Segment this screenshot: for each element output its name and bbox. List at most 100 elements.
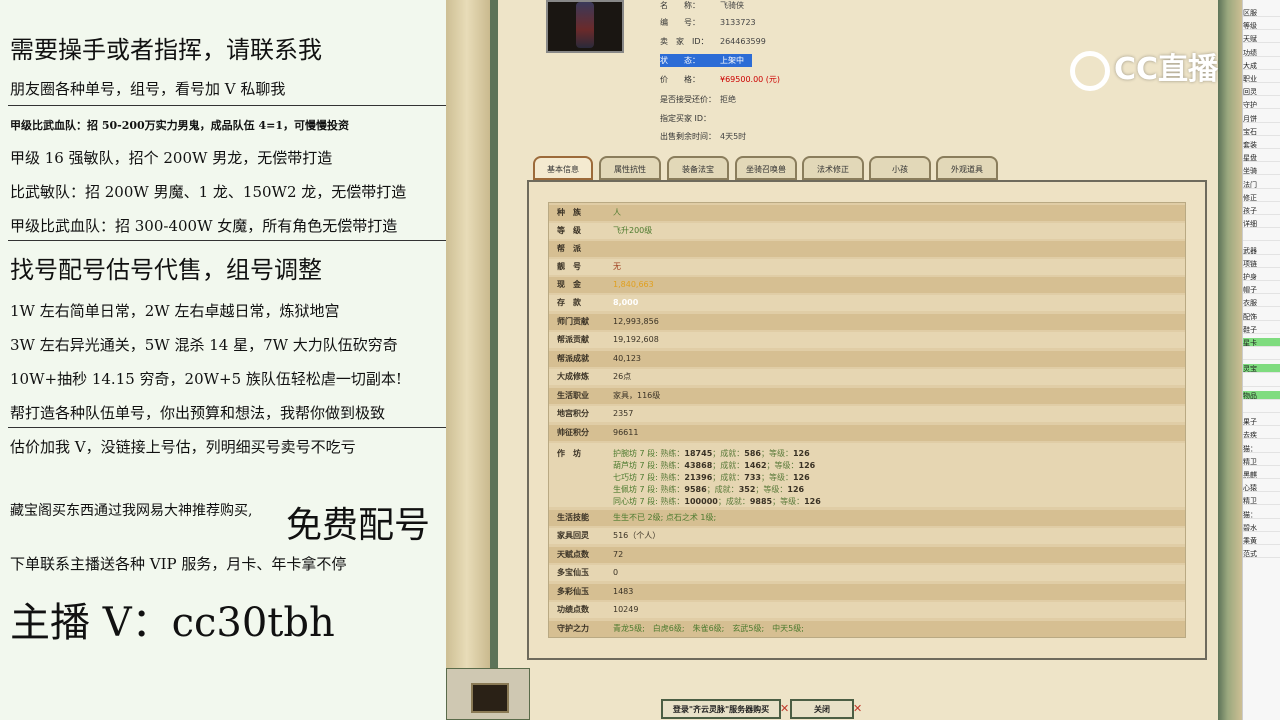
info-counter-offer: 是否接受还价： 拒绝 — [660, 95, 736, 104]
close-button[interactable]: 关闭 — [790, 699, 854, 719]
close-icon[interactable]: ✕ — [780, 702, 789, 715]
table-row: 功绩点数 10249 — [549, 602, 1185, 618]
info-status: 状 态： 上架中 — [660, 54, 752, 67]
table-row: 帮派贡献 19,192,608 — [549, 332, 1185, 348]
table-row: 大成修炼 26点 — [549, 369, 1185, 385]
table-row: 靓 号无 — [549, 259, 1185, 275]
window-frame-right — [1218, 0, 1242, 720]
table-row: 生活技能 生生不已 2级; 点石之术 1级; — [549, 510, 1185, 526]
tab-spell-mods[interactable]: 法术修正 — [802, 156, 864, 180]
side-list-item: 天赋 — [1243, 34, 1280, 44]
table-row: 帮 派 — [549, 241, 1185, 257]
tab-child[interactable]: 小孩 — [869, 156, 931, 180]
overlay-text: 3W 左右异光通关，5W 混杀 14 星，7W 大力队伍砍穷奇 — [10, 336, 398, 354]
table-row: 师门贡献 12,993,856 — [549, 314, 1185, 330]
side-list-item: 坐骑 — [1243, 166, 1280, 176]
side-list-item: 星卡 — [1243, 338, 1280, 347]
overlay-highlight: 免费配号 — [286, 505, 431, 546]
right-side-list: 区服 等级 天赋 功绩 大成 职业 回灵 守护 月饼 宝石 套装 星盘 坐骑 法门 修正 孩子 详细 武器 项链 护身… — [1242, 0, 1280, 720]
side-list-item: 物品 — [1243, 390, 1280, 400]
side-list-item: 果子 — [1243, 417, 1280, 427]
overlay-text: 下单联系主播送各种 VIP 服务，月卡、年卡拿不停 — [10, 555, 347, 573]
overlay-text: 1W 左右简单日常，2W 左右卓越日常，炼狱地宫 — [10, 302, 340, 320]
tab-basic-info[interactable]: 基本信息 — [533, 156, 593, 180]
side-list-item: 去疾 — [1243, 430, 1280, 440]
side-list-item: 黑麒 — [1243, 470, 1280, 479]
divider — [8, 105, 446, 106]
side-list-item: 法门 — [1243, 180, 1280, 189]
streamer-overlay-panel: 需要操手或者指挥，请联系我 朋友圈各种单号，组号，看号加 V 私聊我 甲级比武血… — [0, 0, 446, 720]
side-list-item: 星盘 — [1243, 153, 1280, 163]
side-list-item: 区服 — [1243, 8, 1280, 17]
info-time-left: 出售剩余时间： 4天5时 — [660, 132, 747, 141]
info-designated-buyer: 指定买家 ID： — [660, 114, 712, 123]
window-frame-left — [446, 0, 498, 720]
table-row: 家具回灵 516（个人） — [549, 528, 1185, 544]
table-row: 地宫积分 2357 — [549, 406, 1185, 422]
divider — [8, 427, 446, 428]
workshop-line: 七巧坊 7 段: 熟练：21396；成就：733；等级：126 — [613, 473, 810, 482]
side-list-item: 套装 — [1243, 140, 1280, 149]
side-list-item — [1243, 404, 1280, 413]
overlay-text: 帮打造各种队伍单号，你出预算和想法，我帮你做到极致 — [10, 404, 386, 422]
tab-appearance[interactable]: 外观道具 — [936, 156, 998, 180]
table-row: 现 金 1,840,663 — [549, 277, 1185, 293]
side-list-item: 回灵 — [1243, 87, 1280, 97]
side-list-item: 功绩 — [1243, 48, 1280, 57]
side-list-item: 武器 — [1243, 246, 1280, 255]
tab-equipment[interactable]: 装备法宝 — [667, 156, 729, 180]
side-list-item: 猫： — [1243, 510, 1280, 519]
side-list-item: 月饼 — [1243, 114, 1280, 123]
overlay-headline: 需要操手或者指挥，请联系我 — [10, 36, 322, 64]
side-list-item: 宝石 — [1243, 127, 1280, 136]
overlay-text: 10W+抽秒 14.15 穷奇，20W+5 族队伍轻松虐一切副本! — [10, 370, 402, 388]
workshop-line: 生佩坊 7 段: 熟练：9586；成就：352；等级：126 — [613, 485, 805, 494]
login-server-buy-button[interactable]: 登录"齐云灵脉"服务器购买 — [661, 699, 781, 719]
workshop-line: 同心坊 7 段: 熟练：100000；成就：9885；等级：126 — [613, 497, 821, 506]
table-row-workshop: 作 坊 护腕坊 7 段: 熟练：18745；成就：586；等级：126 葫芦坊 … — [549, 443, 1185, 507]
side-list-item: 护身 — [1243, 272, 1280, 281]
side-list-item — [1243, 351, 1280, 361]
overlay-text: 甲级比武血队：招 300-400W 女魔，所有角色无偿带打造 — [10, 217, 398, 235]
side-list-item: 乘黄 — [1243, 536, 1280, 545]
side-list-item: 修正 — [1243, 193, 1280, 202]
overlay-text: 比武敏队：招 200W 男魔、1 龙、150W2 龙，无偿带打造 — [10, 183, 407, 201]
table-row: 守护之力 青龙5级; 白虎6级; 朱雀6级; 玄武5级; 中天5级; — [549, 621, 1185, 637]
overlay-text: 甲级 16 强敏队，招个 200W 男龙，无偿带打造 — [10, 149, 333, 167]
tab-attributes[interactable]: 属性抗性 — [599, 156, 661, 180]
cc-live-watermark: CC直播 — [1070, 44, 1218, 91]
side-list-item: 猫： — [1243, 444, 1280, 453]
overlay-headline: 找号配号估号代售，组号调整 — [10, 256, 322, 284]
table-row: 多宝仙玉 0 — [549, 565, 1185, 581]
basic-info-table: 种 族人 等 级飞升200级 帮 派 靓 号无 现 金 1,840,663 存 款… — [548, 202, 1186, 638]
table-row: 天赋点数 72 — [549, 547, 1185, 563]
side-list-item: 项链 — [1243, 259, 1280, 268]
table-row: 存 款 8,000 — [549, 295, 1185, 311]
info-name: 名 称： 飞骑侠 — [660, 1, 744, 10]
info-price: 价 格： ¥69500.00 (元) — [660, 75, 781, 84]
table-row: 多彩仙玉 1483 — [549, 584, 1185, 600]
side-list-item: 等级 — [1243, 21, 1280, 31]
table-row: 帮派成就 40,123 — [549, 351, 1185, 367]
side-list-item: 孩子 — [1243, 206, 1280, 215]
side-list-item: 职业 — [1243, 74, 1280, 83]
side-list-item: 精卫 — [1243, 496, 1280, 506]
workshop-line: 葫芦坊 7 段: 熟练：43868；成就：1462；等级：126 — [613, 461, 816, 470]
info-seller: 卖 家 ID： 264463599 — [660, 37, 766, 46]
side-list-item: 碧水 — [1243, 523, 1280, 532]
side-list-item: 衣服 — [1243, 298, 1280, 308]
workshop-line: 护腕坊 7 段: 熟练：18745；成就：586；等级：126 — [613, 449, 810, 458]
tab-mounts-pets[interactable]: 坐骑召唤兽 — [735, 156, 797, 180]
side-list-item: 配饰 — [1243, 312, 1280, 321]
side-list-item — [1243, 232, 1280, 242]
table-row: 种 族人 — [549, 205, 1185, 221]
cc-logo-icon — [1070, 50, 1110, 91]
character-portrait — [546, 0, 624, 53]
minimap-thumbnail[interactable] — [446, 668, 530, 720]
side-list-item: 大成 — [1243, 61, 1280, 70]
side-list-item: 精卫 — [1243, 457, 1280, 466]
overlay-text: 估价加我 V，没链接上号估，列明细买号卖号不吃亏 — [10, 438, 356, 456]
side-list-item: 详细 — [1243, 219, 1280, 229]
close-icon[interactable]: ✕ — [853, 702, 862, 715]
side-list-item: 鞋子 — [1243, 325, 1280, 334]
